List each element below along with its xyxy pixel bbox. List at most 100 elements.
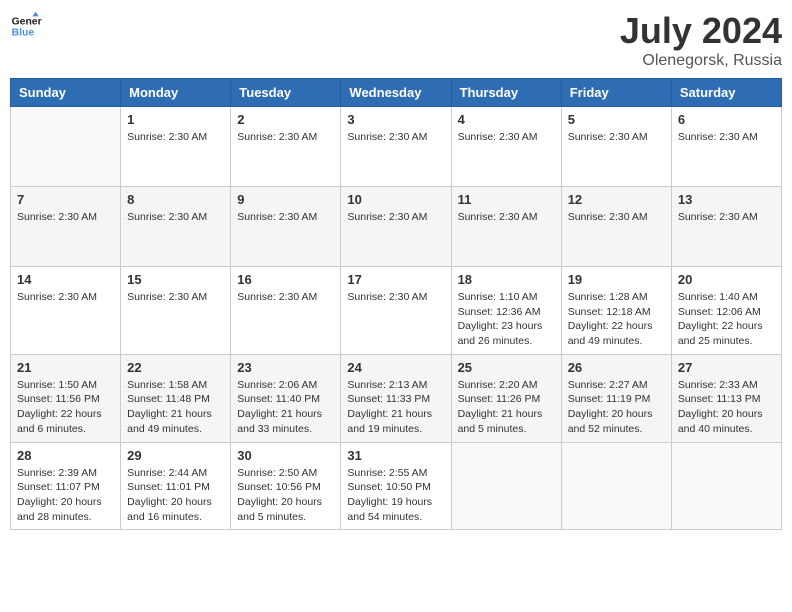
calendar-cell: 11 Sunrise: 2:30 AM <box>451 187 561 267</box>
calendar-cell: 14Sunrise: 2:30 AM <box>11 267 121 355</box>
title-area: July 2024 Olenegorsk, Russia <box>620 10 782 70</box>
day-number: 19 <box>568 272 665 287</box>
calendar-cell: 27 Sunrise: 2:33 AM Sunset: 11:13 PM Dayl… <box>671 354 781 442</box>
day-number: 1 <box>127 112 224 127</box>
day-info: Sunrise: 2:27 AM Sunset: 11:19 PM Daylig… <box>568 378 665 437</box>
calendar-cell: 9Sunrise: 2:30 AM <box>231 187 341 267</box>
day-number: 23 <box>237 360 334 375</box>
calendar-cell: 21 Sunrise: 1:50 AM Sunset: 11:56 PM Dayl… <box>11 354 121 442</box>
day-number: 21 <box>17 360 114 375</box>
day-number: 2 <box>237 112 334 127</box>
calendar-cell <box>11 107 121 187</box>
calendar-cell: 29Sunrise: 2:44 AM Sunset: 11:01 PM Dayl… <box>121 442 231 530</box>
calendar-cell: 26 Sunrise: 2:27 AM Sunset: 11:19 PM Dayl… <box>561 354 671 442</box>
day-number: 25 <box>458 360 555 375</box>
calendar-cell: 15 Sunrise: 2:30 AM <box>121 267 231 355</box>
day-info: Sunrise: 1:10 AM Sunset: 12:36 AM Daylig… <box>458 290 555 349</box>
day-info: Sunrise: 2:30 AM <box>458 130 555 145</box>
day-info: Sunrise: 2:44 AM Sunset: 11:01 PM Daylig… <box>127 466 224 525</box>
day-info: Sunrise: 2:30 AM <box>237 210 334 225</box>
calendar-cell: 25 Sunrise: 2:20 AM Sunset: 11:26 PM Dayl… <box>451 354 561 442</box>
day-number: 15 <box>127 272 224 287</box>
calendar-cell <box>561 442 671 530</box>
week-row-3: 14Sunrise: 2:30 AM15Sunrise: 2:30 AM16Su… <box>11 267 782 355</box>
calendar-cell: 6 Sunrise: 2:30 AM <box>671 107 781 187</box>
main-title: July 2024 <box>620 10 782 52</box>
calendar-cell: 17 Sunrise: 2:30 AM <box>341 267 451 355</box>
day-number: 20 <box>678 272 775 287</box>
svg-text:General: General <box>12 16 42 27</box>
calendar-cell: 20Sunrise: 1:40 AM Sunset: 12:06 AM Dayl… <box>671 267 781 355</box>
day-info: Sunrise: 2:20 AM Sunset: 11:26 PM Daylig… <box>458 378 555 437</box>
day-info: Sunrise: 2:30 AM <box>678 130 775 145</box>
day-number: 11 <box>458 192 555 207</box>
calendar-cell: 28 Sunrise: 2:39 AM Sunset: 11:07 PM Dayl… <box>11 442 121 530</box>
day-info: Sunrise: 2:30 AM <box>237 130 334 145</box>
calendar-cell: 3Sunrise: 2:30 AM <box>341 107 451 187</box>
day-info: Sunrise: 2:30 AM <box>237 290 334 305</box>
day-info: Sunrise: 2:30 AM <box>127 210 224 225</box>
day-info: Sunrise: 2:55 AM Sunset: 10:50 PM Daylig… <box>347 466 444 525</box>
column-header-saturday: Saturday <box>671 79 781 107</box>
day-number: 31 <box>347 448 444 463</box>
svg-text:Blue: Blue <box>12 28 35 39</box>
day-number: 24 <box>347 360 444 375</box>
day-info: Sunrise: 2:30 AM <box>127 290 224 305</box>
day-info: Sunrise: 1:28 AM Sunset: 12:18 AM Daylig… <box>568 290 665 349</box>
day-info: Sunrise: 2:30 AM <box>458 210 555 225</box>
header: General Blue July 2024 Olenegorsk, Russi… <box>10 10 782 70</box>
calendar-cell: 16 Sunrise: 2:30 AM <box>231 267 341 355</box>
calendar-cell: 2 Sunrise: 2:30 AM <box>231 107 341 187</box>
day-info: Sunrise: 2:30 AM <box>127 130 224 145</box>
day-info: Sunrise: 2:30 AM <box>568 130 665 145</box>
calendar-cell <box>451 442 561 530</box>
day-number: 16 <box>237 272 334 287</box>
day-number: 7 <box>17 192 114 207</box>
day-number: 28 <box>17 448 114 463</box>
day-number: 22 <box>127 360 224 375</box>
day-number: 6 <box>678 112 775 127</box>
column-header-sunday: Sunday <box>11 79 121 107</box>
day-number: 26 <box>568 360 665 375</box>
day-info: Sunrise: 2:33 AM Sunset: 11:13 PM Daylig… <box>678 378 775 437</box>
day-info: Sunrise: 2:13 AM Sunset: 11:33 PM Daylig… <box>347 378 444 437</box>
calendar-cell: 22 Sunrise: 1:58 AM Sunset: 11:48 PM Dayl… <box>121 354 231 442</box>
calendar-cell: 19 Sunrise: 1:28 AM Sunset: 12:18 AM Dayl… <box>561 267 671 355</box>
calendar-cell: 24 Sunrise: 2:13 AM Sunset: 11:33 PM Dayl… <box>341 354 451 442</box>
day-info: Sunrise: 2:30 AM <box>17 210 114 225</box>
day-info: Sunrise: 2:39 AM Sunset: 11:07 PM Daylig… <box>17 466 114 525</box>
week-row-4: 21 Sunrise: 1:50 AM Sunset: 11:56 PM Dayl… <box>11 354 782 442</box>
day-info: Sunrise: 2:50 AM Sunset: 10:56 PM Daylig… <box>237 466 334 525</box>
calendar-cell: 12Sunrise: 2:30 AM <box>561 187 671 267</box>
logo: General Blue <box>10 10 42 42</box>
column-header-tuesday: Tuesday <box>231 79 341 107</box>
calendar-cell: 13Sunrise: 2:30 AM <box>671 187 781 267</box>
day-number: 14 <box>17 272 114 287</box>
calendar-cell: 31 Sunrise: 2:55 AM Sunset: 10:50 PM Dayl… <box>341 442 451 530</box>
day-info: Sunrise: 2:30 AM <box>347 210 444 225</box>
day-info: Sunrise: 1:50 AM Sunset: 11:56 PM Daylig… <box>17 378 114 437</box>
calendar-cell: 10 Sunrise: 2:30 AM <box>341 187 451 267</box>
week-row-5: 28 Sunrise: 2:39 AM Sunset: 11:07 PM Dayl… <box>11 442 782 530</box>
day-number: 13 <box>678 192 775 207</box>
calendar-cell <box>671 442 781 530</box>
day-info: Sunrise: 1:58 AM Sunset: 11:48 PM Daylig… <box>127 378 224 437</box>
calendar-cell: 7 Sunrise: 2:30 AM <box>11 187 121 267</box>
column-header-friday: Friday <box>561 79 671 107</box>
calendar-cell: 8Sunrise: 2:30 AM <box>121 187 231 267</box>
day-info: Sunrise: 2:30 AM <box>568 210 665 225</box>
week-row-1: 1 Sunrise: 2:30 AM 2 Sunrise: 2:30 AM 3Sunri… <box>11 107 782 187</box>
day-number: 10 <box>347 192 444 207</box>
day-number: 27 <box>678 360 775 375</box>
day-number: 4 <box>458 112 555 127</box>
day-info: Sunrise: 2:30 AM <box>347 290 444 305</box>
calendar-cell: 18Sunrise: 1:10 AM Sunset: 12:36 AM Dayl… <box>451 267 561 355</box>
day-number: 17 <box>347 272 444 287</box>
calendar-cell: 23Sunrise: 2:06 AM Sunset: 11:40 PM Dayl… <box>231 354 341 442</box>
day-number: 5 <box>568 112 665 127</box>
calendar-header-row: SundayMondayTuesdayWednesdayThursdayFrid… <box>11 79 782 107</box>
day-number: 30 <box>237 448 334 463</box>
calendar-cell: 1 Sunrise: 2:30 AM <box>121 107 231 187</box>
calendar-table: SundayMondayTuesdayWednesdayThursdayFrid… <box>10 78 782 530</box>
week-row-2: 7Sunrise: 2:30 AM8Sunrise: 2:30 AM9Sunri… <box>11 187 782 267</box>
